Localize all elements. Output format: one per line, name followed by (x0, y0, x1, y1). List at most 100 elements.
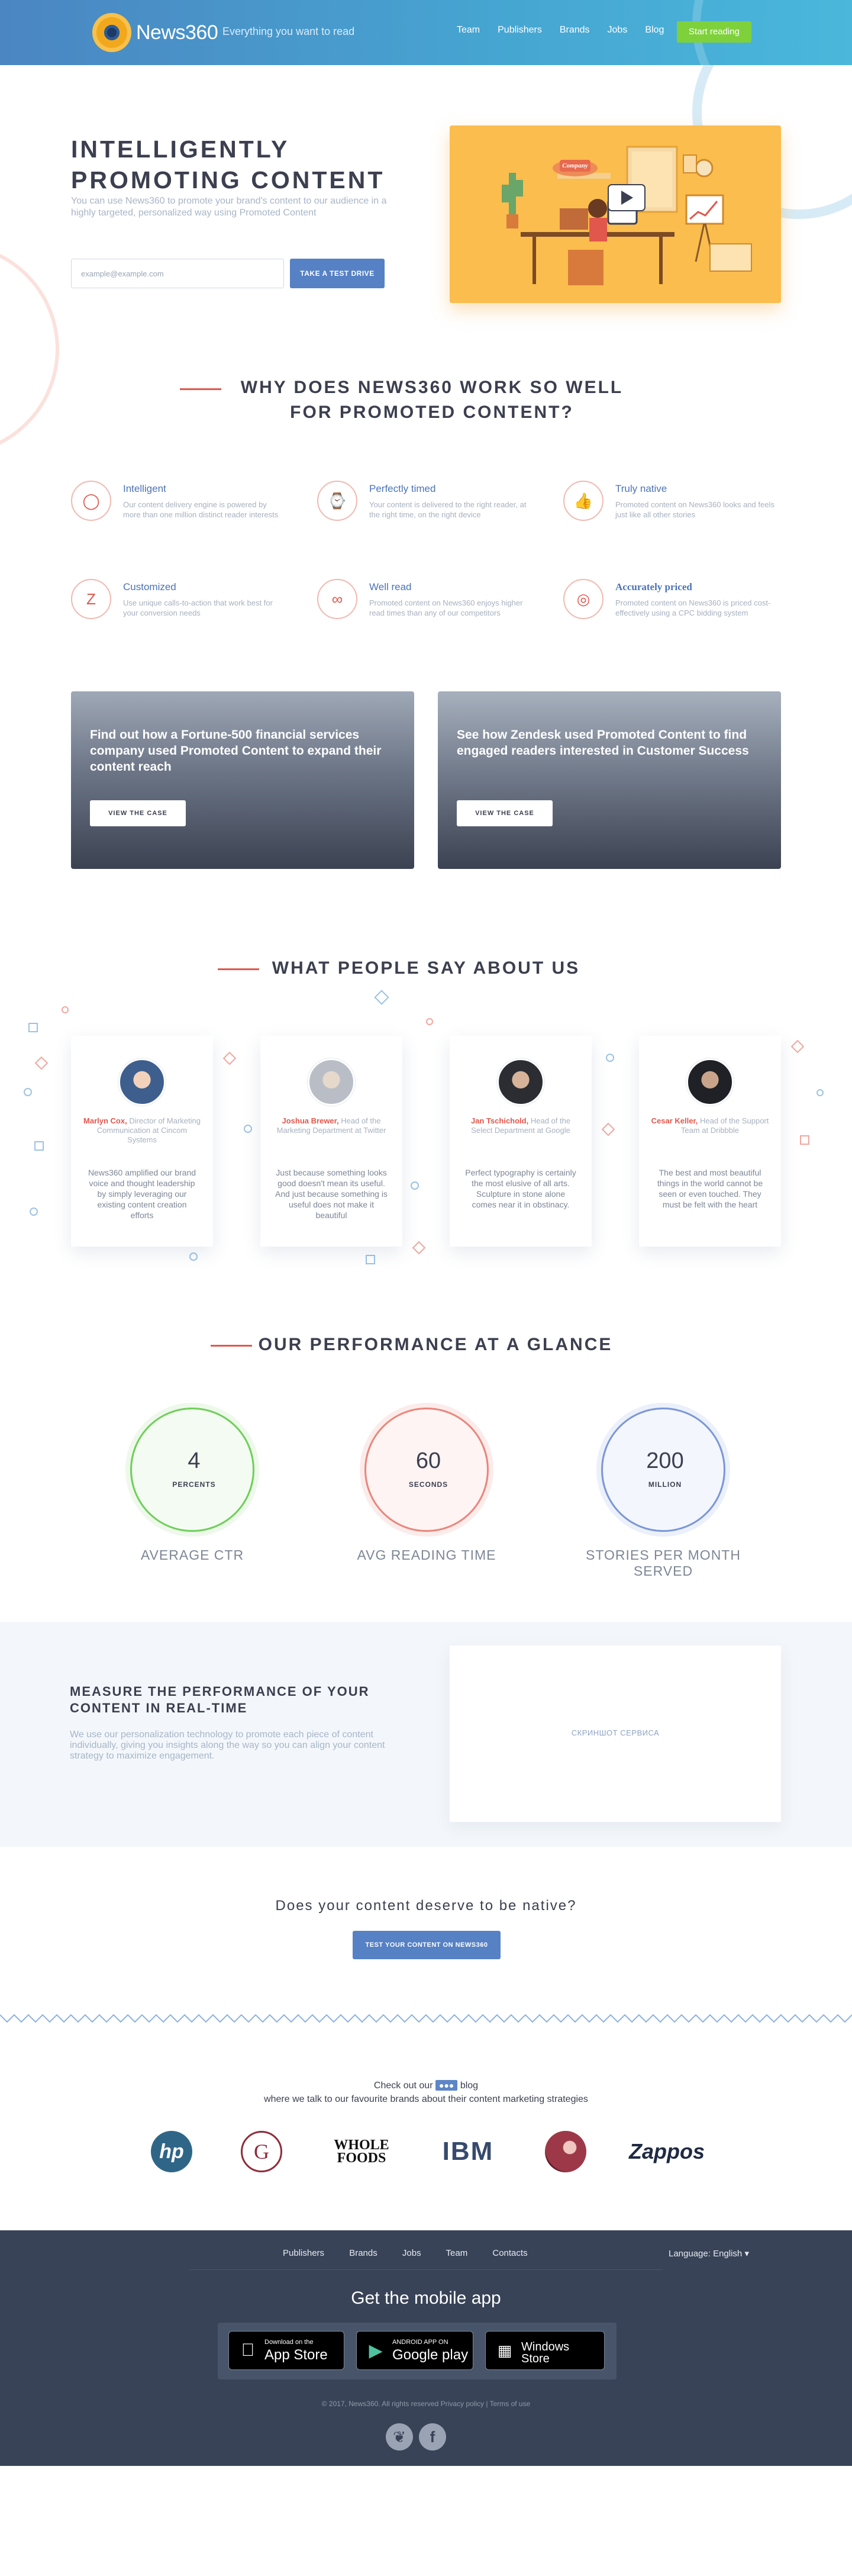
feature-perfectly-timed: ⌚ Perfectly timed Your content is delive… (317, 481, 542, 546)
play-icon: ▶ (369, 2340, 383, 2361)
footer-link-brands[interactable]: Brands (349, 2248, 377, 2258)
glasses-icon: ∞ (317, 579, 357, 619)
decor-circle (606, 1054, 614, 1062)
decor-circle (62, 1006, 69, 1013)
target-icon: ◎ (563, 579, 604, 619)
avatar (118, 1058, 166, 1106)
test-content-button[interactable]: TEST YOUR CONTENT ON NEWS360 (353, 1931, 501, 1959)
footer-link-team[interactable]: Team (446, 2248, 468, 2258)
testimonial-card: Marlyn Cox, Director of Marketing Commun… (71, 1036, 213, 1247)
feature-intelligent: ◯ Intelligent Our content delivery engin… (71, 481, 296, 546)
author-name: Joshua Brewer, (282, 1116, 339, 1125)
nav-team[interactable]: Team (457, 25, 480, 36)
start-reading-button[interactable]: Start reading (677, 21, 751, 43)
testimonial-card: Joshua Brewer, Head of the Marketing Dep… (260, 1036, 402, 1247)
decor-circle (426, 1018, 433, 1025)
zigzag-divider (0, 2014, 852, 2023)
decor-circle (30, 1208, 38, 1216)
language-select[interactable]: Language: English ▾ (669, 2248, 749, 2259)
decor-square (28, 1023, 38, 1032)
store-badges:  Download on the App Store ▶ ANDROID AP… (218, 2323, 617, 2379)
testimonial-author: Joshua Brewer, Head of the Marketing Dep… (272, 1116, 390, 1135)
footer-nav: Publishers Brands Jobs Team Contacts (283, 2248, 550, 2258)
screenshot-placeholder: СКРИНШОТ СЕРВИСА (571, 1728, 660, 1737)
testimonial-author: Cesar Keller, Head of the Support Team a… (651, 1116, 769, 1135)
footer-divider (189, 2269, 663, 2270)
decor-circle (816, 1089, 824, 1096)
case-card-zendesk: See how Zendesk used Promoted Content to… (438, 691, 781, 869)
store-big-text: Windows Store (521, 2340, 570, 2365)
blog-text: Check out our (373, 2081, 433, 2091)
store-big-text: Google play (392, 2347, 469, 2363)
testimonial-author: Jan Tschichold, Head of the Select Depar… (462, 1116, 580, 1135)
view-case-button[interactable]: VIEW THE CASE (90, 800, 186, 826)
email-input[interactable] (71, 259, 284, 288)
apple-icon:  (237, 2340, 259, 2361)
store-small-text: ANDROID APP ON (392, 2339, 448, 2346)
stat-unit: MILLION (648, 1480, 682, 1489)
feature-title: Perfectly timed (369, 483, 436, 494)
hero-title-line: INTELLIGENTLY (71, 136, 290, 163)
testimonial-quote: Just because something looks good doesn'… (275, 1168, 388, 1220)
section-accent-line (211, 1345, 252, 1347)
logo-text[interactable]: News360 (136, 21, 218, 44)
footer-link-contacts[interactable]: Contacts (492, 2248, 527, 2258)
decor-circle (411, 1181, 419, 1190)
nav-publishers[interactable]: Publishers (498, 25, 542, 36)
watch-icon: ⌚ (317, 481, 357, 521)
windows-icon: ▦ (497, 2341, 512, 2359)
feature-desc: Use unique calls-to-action that work bes… (123, 598, 273, 617)
stat-value: 200 (646, 1448, 684, 1473)
facebook-icon[interactable]: f (419, 2423, 446, 2451)
stat-unit: SECONDS (408, 1480, 448, 1489)
logo-icon[interactable] (92, 13, 131, 52)
blog-text: blog (460, 2081, 479, 2091)
testimonial-quote: News360 amplified our brand voice and th… (88, 1168, 196, 1220)
hero-subtitle: You can use News360 to promote your bran… (71, 196, 387, 218)
feature-well-read: ∞ Well read Promoted content on News360 … (317, 579, 542, 644)
feature-accurately-priced: ◎ Accurately priced Promoted content on … (563, 579, 788, 644)
tagline: Everything you want to read (222, 25, 355, 37)
stat-label: STORIES PER MONTH SERVED (586, 1547, 741, 1579)
footer-link-jobs[interactable]: Jobs (402, 2248, 421, 2258)
test-drive-button[interactable]: TAKE A TEST DRIVE (290, 259, 385, 288)
feature-title: Well read (369, 581, 412, 593)
view-case-button[interactable]: VIEW THE CASE (457, 800, 553, 826)
google-play-button[interactable]: ▶ ANDROID APP ON Google play (356, 2331, 473, 2370)
avatar (686, 1058, 734, 1106)
author-name: Marlyn Cox, (83, 1116, 127, 1125)
g-logo: G (239, 2131, 284, 2172)
blog-logo[interactable]: ●●● (435, 2080, 458, 2091)
ibm-logo: IBM (435, 2131, 501, 2172)
feature-truly-native: 👍 Truly native Promoted content on News3… (563, 481, 788, 546)
language-label: Language: English (669, 2249, 743, 2259)
service-screenshot: СКРИНШОТ СЕРВИСА (450, 1646, 781, 1822)
feature-customized: Z Customized Use unique calls-to-action … (71, 579, 296, 644)
feature-desc: Your content is delivered to the right r… (369, 500, 527, 519)
case-card-fortune500: Find out how a Fortune-500 financial ser… (71, 691, 414, 869)
decor-diamond (374, 990, 389, 1005)
author-name: Jan Tschichold, (470, 1116, 529, 1125)
windows-store-button[interactable]: ▦ Windows Store (485, 2331, 605, 2370)
footer-link-publishers[interactable]: Publishers (283, 2248, 324, 2258)
brand-mark-icon (545, 2131, 586, 2172)
testimonial-card: Jan Tschichold, Head of the Select Depar… (450, 1036, 592, 1247)
hero-title: INTELLIGENTLY PROMOTING CONTENT (71, 134, 402, 195)
section-accent-line (180, 388, 221, 390)
main-nav: Team Publishers Brands Jobs Blog (457, 25, 682, 36)
stat-ctr: 4 PERCENTS (130, 1408, 254, 1532)
feature-title: Truly native (615, 483, 667, 494)
feature-title: Customized (123, 581, 176, 593)
page: News360 Everything you want to read Team… (0, 0, 852, 2576)
nav-jobs[interactable]: Jobs (608, 25, 628, 36)
hp-logo: hp (149, 2131, 194, 2172)
measure-desc: We use our personalization technology to… (70, 1730, 385, 1761)
app-store-button[interactable]:  Download on the App Store (228, 2331, 344, 2370)
decor-square (366, 1255, 375, 1264)
feature-desc: Our content delivery engine is powered b… (123, 500, 279, 519)
blog-subline: where we talk to our favourite brands ab… (264, 2094, 588, 2104)
nav-brands[interactable]: Brands (560, 25, 590, 36)
brand-name: IBM (442, 2137, 494, 2166)
twitter-icon[interactable]: ❦ (386, 2423, 413, 2451)
nav-blog[interactable]: Blog (645, 25, 664, 36)
